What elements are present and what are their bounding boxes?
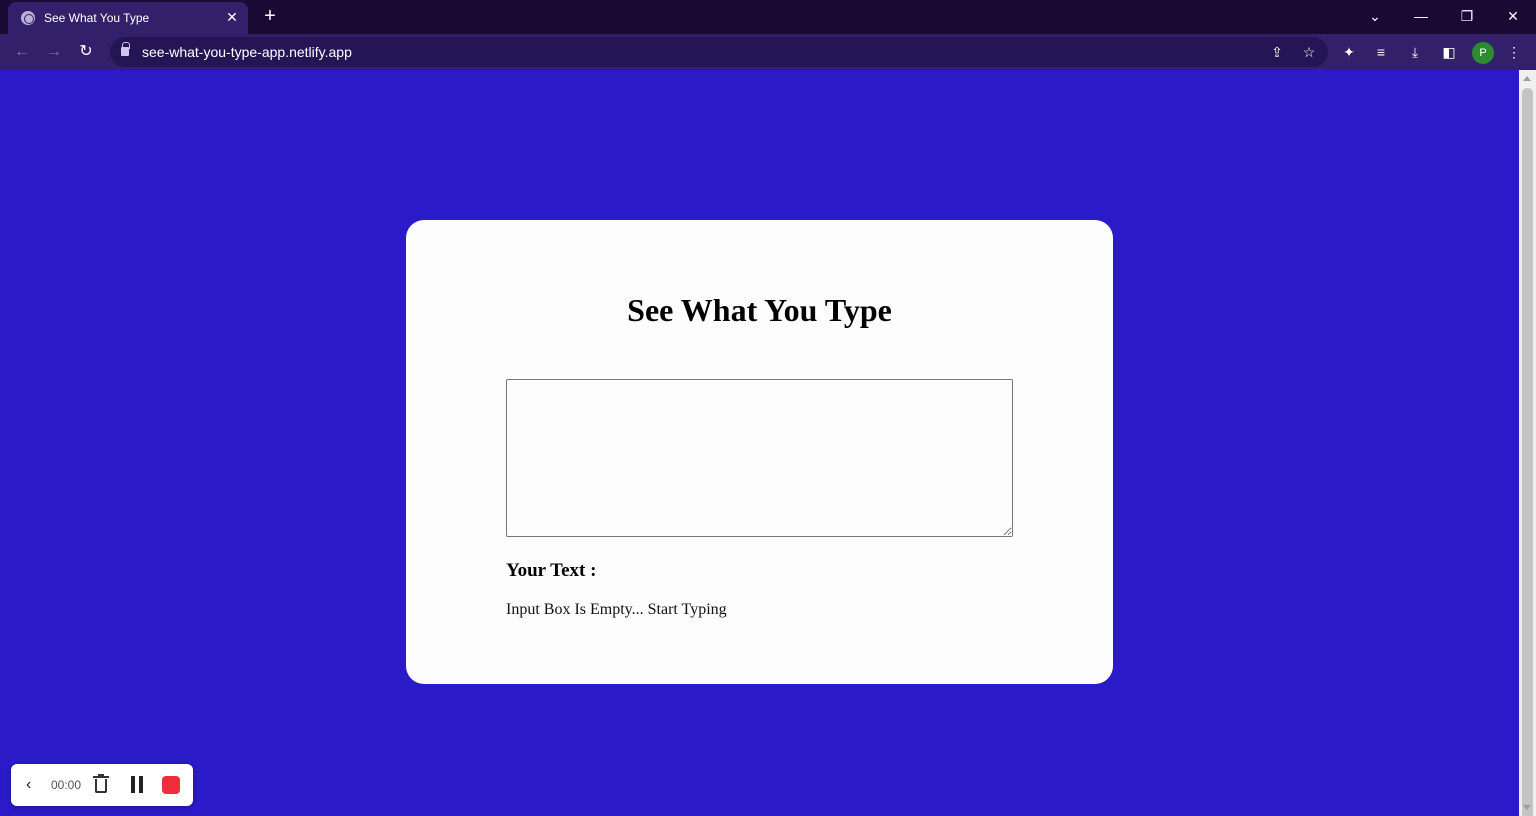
download-icon[interactable]: ⤓ — [1406, 43, 1424, 61]
chevron-left-icon[interactable]: ‹ — [26, 776, 31, 794]
recording-timer: 00:00 — [51, 778, 82, 792]
tab-strip: See What You Type ✕ + ⌄ — ❐ ✕ — [0, 0, 1536, 34]
output-text: Input Box Is Empty... Start Typing — [506, 601, 727, 618]
app-card: See What You Type Your Text : Input Box … — [406, 220, 1113, 684]
stop-record-button[interactable] — [162, 776, 180, 794]
back-button[interactable]: ← — [12, 42, 32, 62]
tab-search-icon[interactable]: ⌄ — [1364, 6, 1386, 26]
trash-icon[interactable] — [93, 774, 109, 794]
restore-button[interactable]: ❐ — [1456, 6, 1478, 26]
address-bar[interactable]: see-what-you-type-app.netlify.app — [110, 37, 1328, 67]
minimize-button[interactable]: — — [1410, 6, 1432, 26]
scroll-down-arrow-icon[interactable] — [1523, 805, 1531, 810]
address-url[interactable]: see-what-you-type-app.netlify.app — [142, 44, 352, 60]
extensions-icon[interactable]: ✦ — [1340, 43, 1358, 61]
output-label: Your Text : — [506, 560, 597, 581]
forward-button[interactable]: → — [44, 42, 64, 62]
media-control-icon[interactable]: ≡ — [1372, 43, 1390, 61]
close-window-button[interactable]: ✕ — [1502, 6, 1524, 26]
text-input[interactable] — [506, 379, 1013, 537]
browser-tab-active[interactable]: See What You Type ✕ — [8, 2, 248, 34]
page-scrollbar[interactable] — [1519, 70, 1536, 816]
scrollbar-thumb[interactable] — [1522, 88, 1533, 816]
share-icon[interactable]: ⇪ — [1268, 43, 1286, 61]
lock-icon[interactable] — [121, 42, 130, 56]
scroll-up-arrow-icon[interactable] — [1523, 76, 1531, 81]
profile-avatar[interactable]: P — [1472, 42, 1494, 64]
side-panel-icon[interactable]: ◧ — [1440, 43, 1458, 61]
bookmark-star-icon[interactable]: ☆ — [1300, 43, 1318, 61]
pause-icon[interactable] — [130, 776, 144, 793]
browser-toolbar: ← → ↻ see-what-you-type-app.netlify.app … — [0, 34, 1536, 70]
page-title: See What You Type — [627, 292, 892, 328]
browser-menu-icon[interactable]: ⋮ — [1505, 43, 1523, 61]
reload-button[interactable]: ↻ — [76, 42, 96, 62]
close-tab-icon[interactable]: ✕ — [224, 9, 240, 25]
tab-title: See What You Type — [44, 11, 150, 25]
new-tab-button[interactable]: + — [259, 5, 281, 27]
recorder-widget: ‹ 00:00 — [11, 764, 193, 806]
globe-icon — [21, 11, 35, 25]
